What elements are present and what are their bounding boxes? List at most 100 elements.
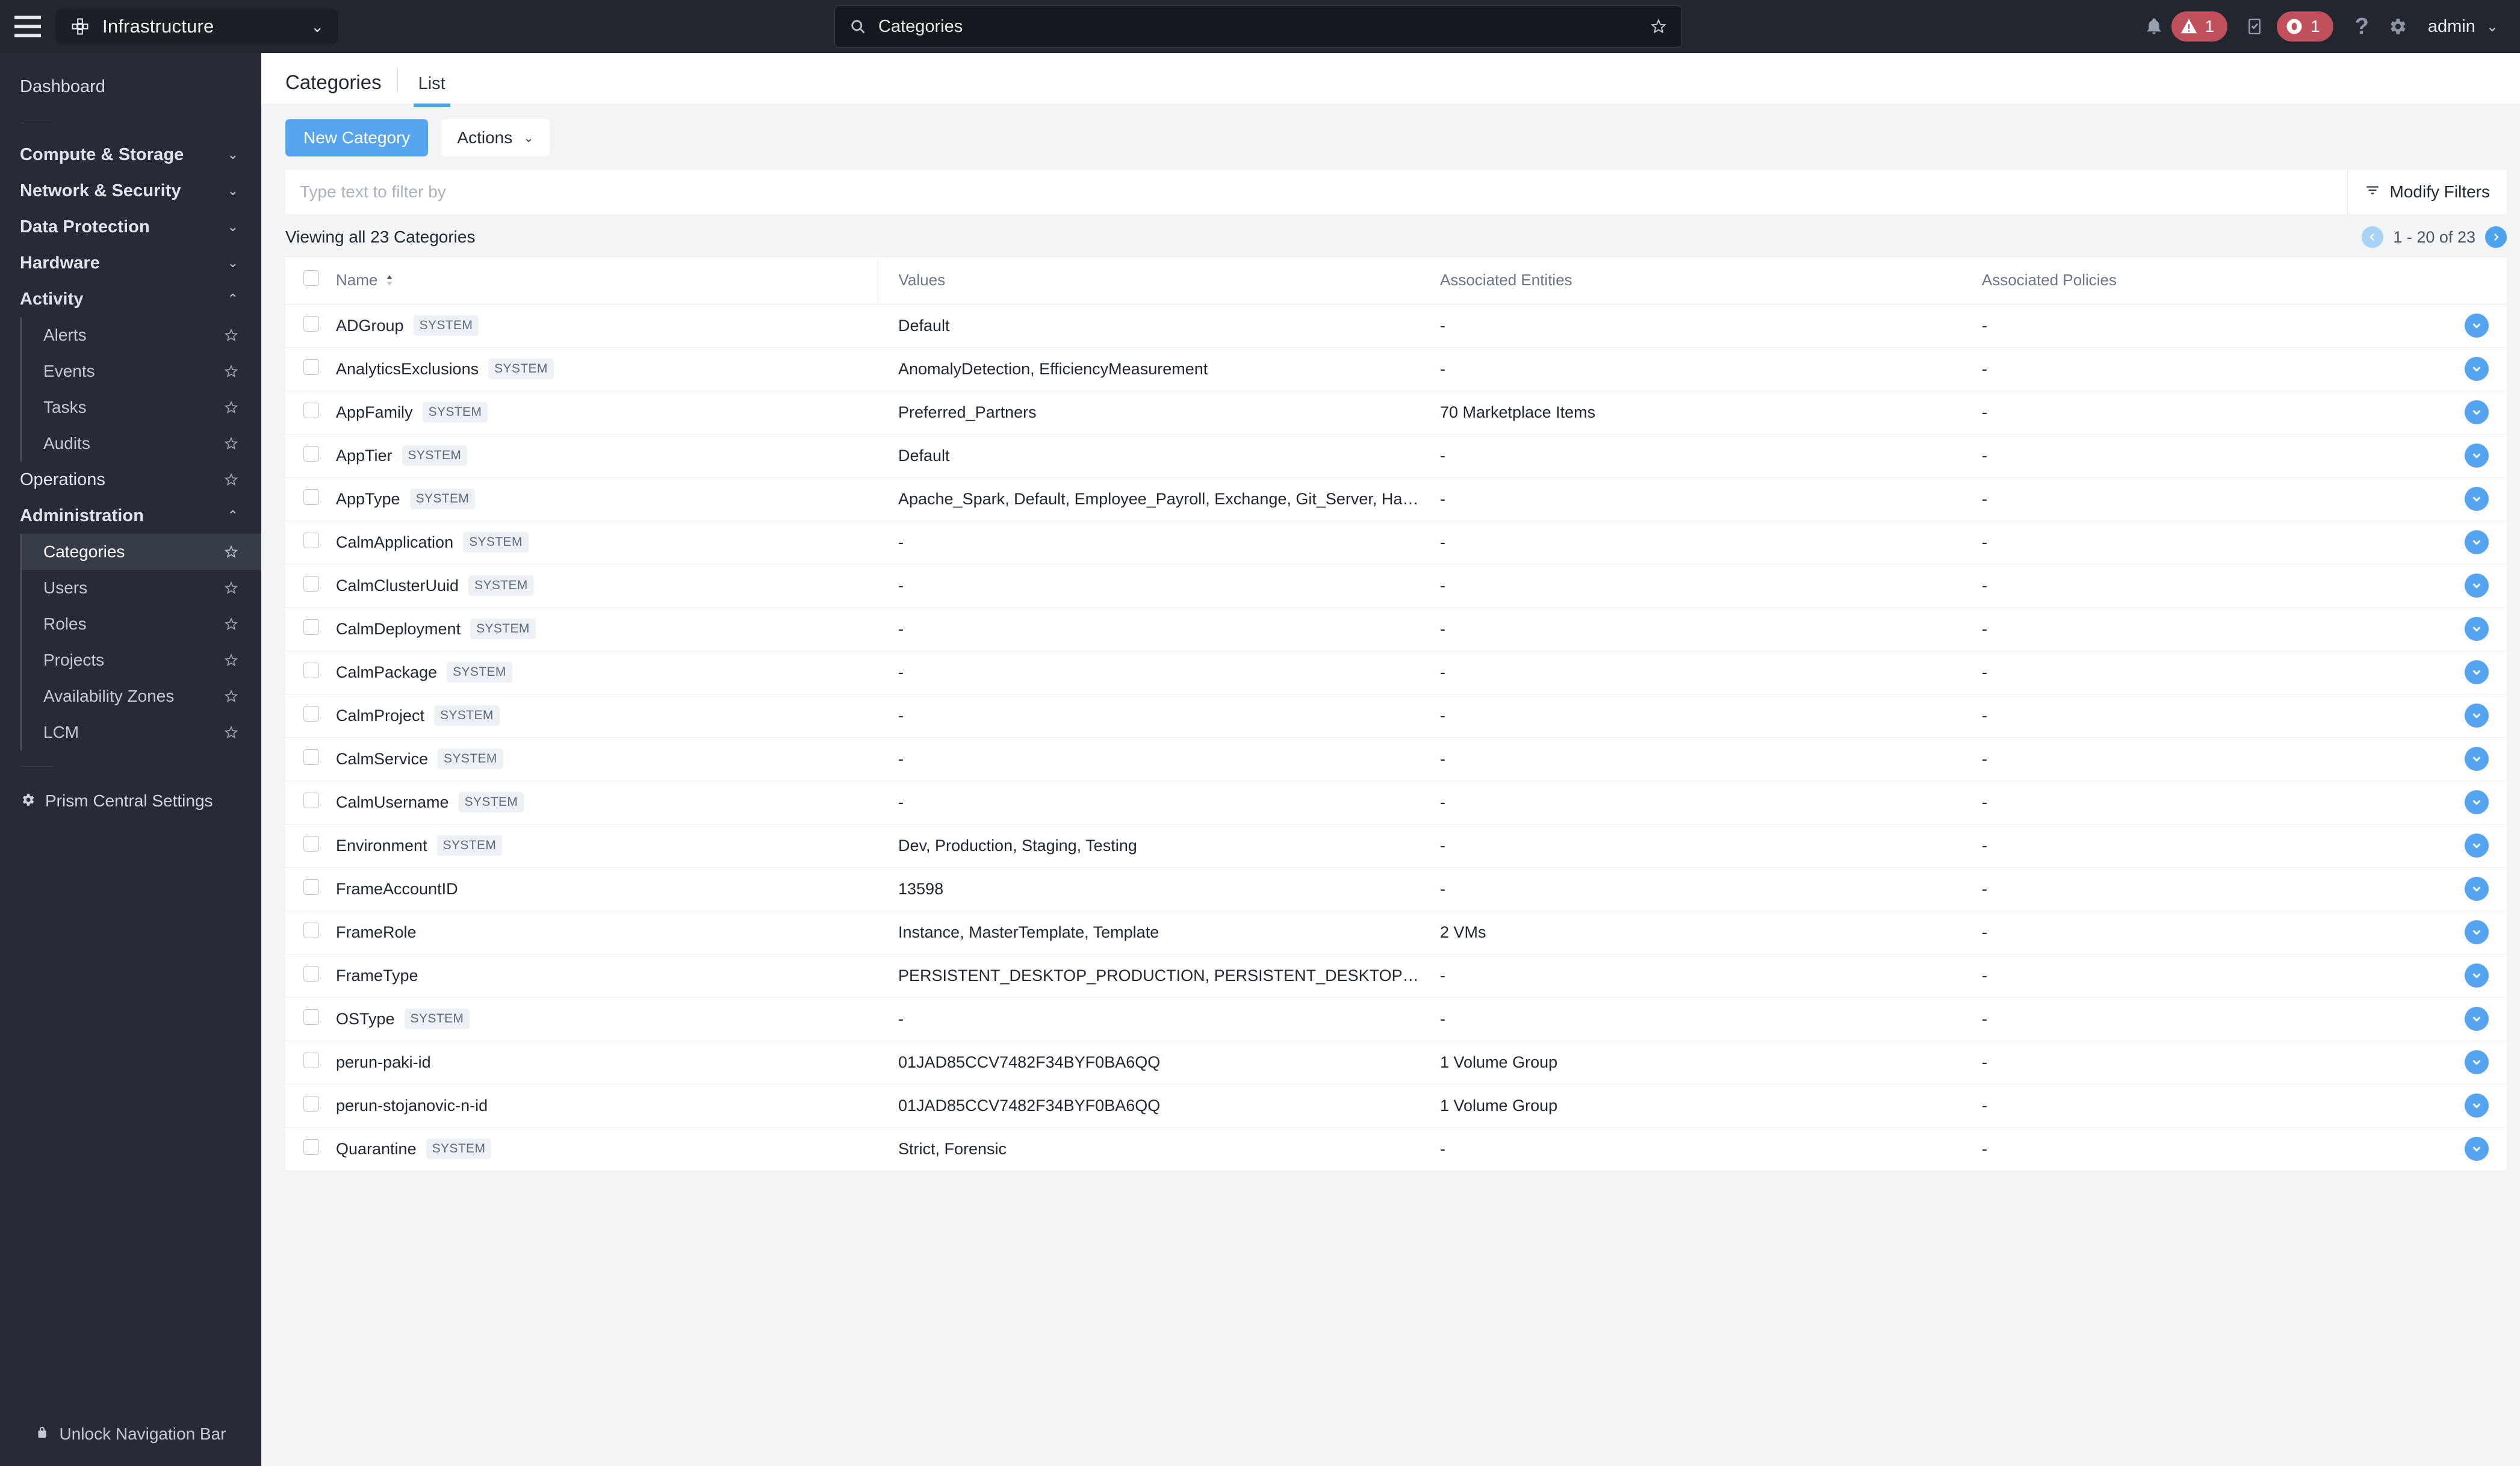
table-row[interactable]: OSType SYSTEM - - - (285, 997, 2507, 1041)
category-name-label[interactable]: CalmProject (336, 707, 424, 725)
sidebar-item-events[interactable]: Events (22, 353, 261, 389)
star-outline-icon[interactable] (224, 545, 238, 559)
star-outline-icon[interactable] (1650, 18, 1667, 35)
category-name-label[interactable]: CalmApplication (336, 533, 453, 552)
app-switcher[interactable]: Infrastructure ⌄ (55, 9, 338, 44)
global-search[interactable]: Categories (834, 5, 1682, 48)
sidebar-item-dashboard[interactable]: Dashboard (0, 64, 261, 110)
sidebar-item-operations[interactable]: Operations (0, 462, 261, 498)
row-checkbox[interactable] (303, 792, 319, 808)
table-row[interactable]: AppTier SYSTEM Default - - (285, 434, 2507, 478)
row-checkbox[interactable] (303, 922, 319, 938)
username-label[interactable]: admin (2428, 17, 2475, 37)
column-header-values[interactable]: Values (878, 257, 1420, 305)
row-checkbox[interactable] (303, 619, 319, 635)
table-row[interactable]: Environment SYSTEM Dev, Production, Stagin… (285, 824, 2507, 868)
table-row[interactable]: CalmApplication SYSTEM - - - (285, 521, 2507, 564)
star-outline-icon[interactable] (224, 689, 238, 704)
category-name-label[interactable]: Quarantine (336, 1140, 417, 1158)
chevron-down-circle-icon[interactable] (2465, 747, 2489, 771)
question-mark-icon[interactable]: ? (2355, 14, 2369, 40)
row-checkbox[interactable] (303, 575, 319, 592)
chevron-down-circle-icon[interactable] (2465, 963, 2489, 988)
row-checkbox[interactable] (303, 532, 319, 548)
star-outline-icon[interactable] (224, 472, 238, 487)
table-row[interactable]: CalmPackage SYSTEM - - - (285, 651, 2507, 694)
table-row[interactable]: CalmClusterUuid SYSTEM - - - (285, 564, 2507, 608)
new-category-button[interactable]: New Category (285, 119, 429, 156)
chevron-down-circle-icon[interactable] (2465, 920, 2489, 944)
star-outline-icon[interactable] (224, 436, 238, 451)
filter-input[interactable] (285, 182, 2347, 202)
star-outline-icon[interactable] (224, 725, 238, 740)
checklist-icon[interactable] (2245, 17, 2264, 36)
hamburger-icon[interactable] (14, 16, 41, 37)
table-row[interactable]: CalmService SYSTEM - - - (285, 737, 2507, 781)
category-name-label[interactable]: ADGroup (336, 317, 404, 335)
category-name-label[interactable]: FrameAccountID (336, 880, 458, 898)
table-row[interactable]: CalmProject SYSTEM - - - (285, 694, 2507, 738)
row-checkbox[interactable] (303, 445, 319, 462)
chevron-down-circle-icon[interactable] (2465, 530, 2489, 554)
row-checkbox[interactable] (303, 315, 319, 332)
chevron-down-circle-icon[interactable] (2465, 660, 2489, 684)
category-name-label[interactable]: AppTier (336, 447, 393, 465)
chevron-down-circle-icon[interactable] (2465, 314, 2489, 338)
column-header-name[interactable]: Name (336, 257, 878, 305)
chevron-down-circle-icon[interactable] (2465, 574, 2489, 598)
table-row[interactable]: perun-paki-id 01JAD85CCV7482F34BYF0BA6QQ 1… (285, 1041, 2507, 1084)
sidebar-group-compute-storage[interactable]: Compute & Storage ⌄ (0, 137, 261, 173)
category-name-label[interactable]: OSType (336, 1010, 395, 1028)
category-name-label[interactable]: CalmPackage (336, 663, 437, 682)
category-name-label[interactable]: AppType (336, 490, 400, 509)
chevron-down-circle-icon[interactable] (2465, 617, 2489, 641)
row-checkbox[interactable] (303, 879, 319, 895)
row-checkbox[interactable] (303, 705, 319, 722)
chevron-down-circle-icon[interactable] (2465, 877, 2489, 901)
table-row[interactable]: AppType SYSTEM Apache_Spark, Default, Empl… (285, 477, 2507, 521)
pagination-next-button[interactable] (2485, 226, 2507, 248)
category-name-label[interactable]: perun-paki-id (336, 1053, 431, 1072)
select-all-checkbox[interactable] (303, 270, 319, 286)
tab-list[interactable]: List (413, 74, 450, 107)
row-checkbox[interactable] (303, 835, 319, 852)
column-header-associated-entities[interactable]: Associated Entities (1420, 257, 1961, 305)
table-row[interactable]: Quarantine SYSTEM Strict, Forensic - - (285, 1127, 2507, 1171)
category-name-label[interactable]: CalmDeployment (336, 620, 461, 639)
critical-badge[interactable]: 1 (2277, 11, 2333, 42)
star-outline-icon[interactable] (224, 364, 238, 379)
row-checkbox[interactable] (303, 749, 319, 765)
sidebar-group-administration[interactable]: Administration ⌃ (0, 498, 261, 534)
category-name-label[interactable]: AnalyticsExclusions (336, 360, 479, 379)
chevron-down-circle-icon[interactable] (2465, 1137, 2489, 1161)
table-row[interactable]: AppFamily SYSTEM Preferred_Partners 70 Mark… (285, 391, 2507, 435)
category-name-label[interactable]: FrameRole (336, 923, 417, 942)
star-outline-icon[interactable] (224, 653, 238, 667)
chevron-down-circle-icon[interactable] (2465, 834, 2489, 858)
chevron-down-circle-icon[interactable] (2465, 1050, 2489, 1074)
pagination-prev-button[interactable] (2362, 226, 2384, 248)
category-name-label[interactable]: CalmUsername (336, 793, 449, 812)
sidebar-item-lcm[interactable]: LCM (22, 714, 261, 750)
chevron-down-circle-icon[interactable] (2465, 704, 2489, 728)
table-row[interactable]: FrameAccountID 13598- - (285, 867, 2507, 911)
chevron-down-circle-icon[interactable] (2465, 487, 2489, 511)
category-name-label[interactable]: Environment (336, 837, 427, 855)
sidebar-item-roles[interactable]: Roles (22, 606, 261, 642)
alerts-badge[interactable]: 1 (2171, 11, 2228, 42)
star-outline-icon[interactable] (224, 617, 238, 631)
star-outline-icon[interactable] (224, 328, 238, 342)
table-row[interactable]: ADGroup SYSTEM Default - - (285, 304, 2507, 348)
sidebar-item-audits[interactable]: Audits (22, 425, 261, 462)
table-row[interactable]: CalmUsername SYSTEM - - - (285, 781, 2507, 824)
chevron-down-circle-icon[interactable] (2465, 790, 2489, 814)
row-checkbox[interactable] (303, 1139, 319, 1155)
row-checkbox[interactable] (303, 1009, 319, 1025)
chevron-down-circle-icon[interactable] (2465, 1007, 2489, 1031)
row-checkbox[interactable] (303, 1052, 319, 1068)
table-row[interactable]: perun-stojanovic-n-id 01JAD85CCV7482F34BY… (285, 1084, 2507, 1128)
category-name-label[interactable]: perun-stojanovic-n-id (336, 1096, 488, 1115)
sidebar-group-network-security[interactable]: Network & Security ⌄ (0, 173, 261, 209)
unlock-navigation-bar-button[interactable]: Unlock Navigation Bar (0, 1402, 261, 1466)
sidebar-item-projects[interactable]: Projects (22, 642, 261, 678)
